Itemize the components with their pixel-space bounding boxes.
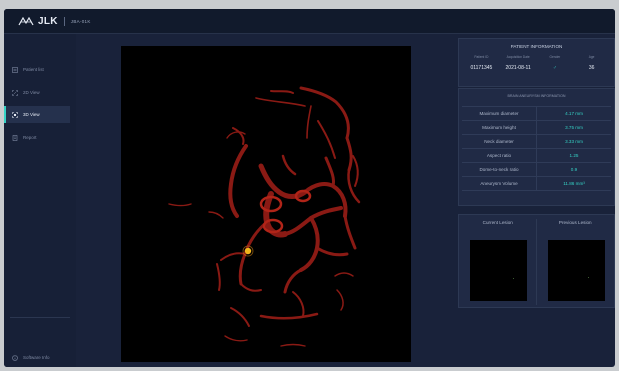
- row-value: 0.9: [570, 167, 578, 172]
- sidebar: Patient list 2D View 3D View Report Soft…: [4, 34, 76, 367]
- scan-2d-icon: [12, 89, 18, 96]
- sidebar-item-label: Patient list: [23, 67, 44, 72]
- row-value: 4.17 mm: [565, 111, 583, 116]
- row-label: Neck diameter: [462, 135, 537, 148]
- table-row: Aneurysm Volume 11.86 mm³: [462, 176, 611, 191]
- table-row: Maximum diameter 4.17 mm: [462, 106, 611, 120]
- sidebar-divider: [10, 317, 70, 318]
- brand-divider: [63, 16, 65, 26]
- row-value: 3.33 mm: [565, 139, 583, 144]
- row-value: 11.86 mm³: [563, 181, 585, 186]
- info-icon: [12, 354, 18, 361]
- aneurysm-table: Maximum diameter 4.17 mm Maximum height …: [462, 106, 611, 191]
- brand-name: JLK: [38, 15, 58, 27]
- cube-3d-icon: [12, 111, 18, 118]
- sidebar-item-label: Report: [23, 135, 37, 140]
- patient-id-value: 01171345: [470, 65, 493, 71]
- current-lesion-label: Current Lesion: [482, 220, 513, 225]
- table-row: Aspect ratio 1.25: [462, 148, 611, 162]
- current-lesion-thumbnail[interactable]: [470, 240, 527, 301]
- row-label: Aspect ratio: [462, 149, 537, 162]
- table-row: Dome-to-neck ratio 0.9: [462, 162, 611, 176]
- sidebar-item-2d-view[interactable]: 2D View: [4, 84, 70, 101]
- table-row: Neck diameter 3.33 mm: [462, 134, 611, 148]
- gender-male-icon: ♂: [553, 65, 557, 71]
- sidebar-item-label: 2D View: [23, 90, 40, 95]
- patient-info-panel: PATIENT INFORMATION Patient ID Acquisiti…: [458, 38, 615, 87]
- logo-icon: [18, 16, 34, 26]
- previous-lesion-label: Previous Lesion: [558, 220, 592, 225]
- row-value: 3.75 mm: [565, 125, 583, 130]
- row-label: Maximum height: [462, 121, 537, 134]
- report-icon: [12, 134, 18, 141]
- sidebar-item-3d-view[interactable]: 3D View: [4, 106, 70, 123]
- app-window: JLK JBA-01K Patient list 2D View 3D View: [4, 9, 615, 367]
- panel-title: BRAIN ANEURYSM INFORMATION: [507, 94, 566, 98]
- row-label: Aneurysm Volume: [462, 177, 537, 190]
- header-acquisition-date: Acquisition Date: [506, 55, 530, 59]
- product-name: JBA-01K: [70, 18, 91, 24]
- header-patient-id: Patient ID: [474, 55, 489, 59]
- aneurysm-info-panel: BRAIN ANEURYSM INFORMATION Maximum diame…: [458, 88, 615, 206]
- acquisition-date-value: 2021-08-11: [505, 65, 531, 71]
- previous-lesion-thumbnail[interactable]: [548, 240, 605, 301]
- list-icon: [12, 66, 18, 73]
- lesion-compare-panel: Current Lesion Previous Lesion: [458, 214, 615, 308]
- lesion-dot: [513, 278, 514, 279]
- sidebar-item-report[interactable]: Report: [4, 129, 70, 146]
- top-bar: JLK JBA-01K: [4, 9, 615, 34]
- sidebar-item-label: 3D View: [23, 112, 40, 117]
- 3d-vessel-viewer[interactable]: [121, 46, 411, 362]
- aneurysm-marker[interactable]: [244, 247, 252, 255]
- row-value: 1.25: [569, 153, 579, 158]
- panel-title: PATIENT INFORMATION: [510, 44, 563, 49]
- age-value: 36: [588, 65, 595, 71]
- lesion-divider: [536, 219, 537, 305]
- header-age: Age: [588, 55, 595, 59]
- row-label: Dome-to-neck ratio: [462, 163, 537, 176]
- table-row: Maximum height 3.75 mm: [462, 120, 611, 134]
- lesion-dot: [588, 277, 589, 278]
- vessel-render: [168, 86, 361, 347]
- sidebar-item-software-info[interactable]: Software Info: [4, 349, 70, 366]
- sidebar-item-patient-list[interactable]: Patient list: [4, 61, 70, 78]
- row-label: Maximum diameter: [462, 107, 537, 120]
- sidebar-item-label: Software Info: [23, 355, 50, 360]
- header-gender: Gender: [549, 55, 561, 59]
